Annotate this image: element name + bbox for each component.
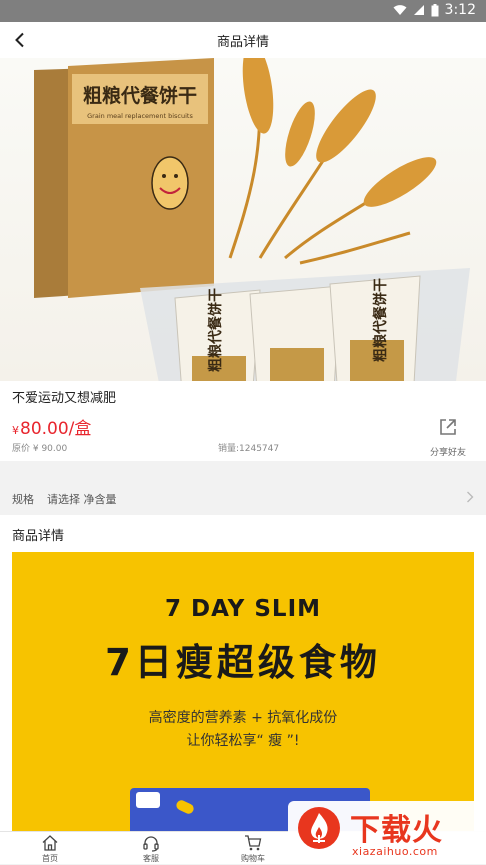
packet-text-2: 粗粮代餐饼干 xyxy=(372,278,389,362)
share-button[interactable]: 分享好友 xyxy=(428,417,468,458)
share-icon xyxy=(440,419,456,435)
detail-poster: 7 DAY SLIM 7日瘦超级食物 高密度的营养素 + 抗氧化成份 让你轻松享… xyxy=(12,552,474,831)
cart-icon xyxy=(245,835,262,851)
box-title: 粗粮代餐饼干 xyxy=(83,84,197,107)
detail-heading: 商品详情 xyxy=(12,529,65,544)
original-price: 原价 ¥ 90.00 xyxy=(12,444,68,454)
spec-label: 规格 xyxy=(12,493,34,506)
poster-line-2: 让你轻松享“ 瘦 ”! xyxy=(186,733,300,749)
wifi-icon xyxy=(393,5,407,15)
product-name: 不爱运动又想减肥 xyxy=(12,391,117,406)
home-icon xyxy=(42,835,58,851)
box-subtitle: Grain meal replacement biscuits xyxy=(87,112,193,120)
product-image[interactable]: 粗粮代餐饼干 Grain meal replacement biscuits 粗… xyxy=(0,58,486,381)
poster-line-1: 高密度的营养素 + 抗氧化成份 xyxy=(148,710,338,726)
product-info: 不爱运动又想减肥 ¥80.00/盒 原价 ¥ 90.00 销量:1245747 … xyxy=(0,381,486,461)
spec-value: 请选择 净含量 xyxy=(47,493,117,506)
tab-cart[interactable]: 购物车 xyxy=(223,832,283,865)
poster-cn-title: 7日瘦超级食物 xyxy=(105,641,381,684)
decorative-shape xyxy=(174,798,196,816)
watermark-url: xiazaihuo.com xyxy=(352,845,438,858)
product-illustration: 粗粮代餐饼干 Grain meal replacement biscuits 粗… xyxy=(34,58,470,381)
sales-count: 销量:1245747 xyxy=(218,444,280,454)
headset-icon xyxy=(143,836,159,852)
battery-icon xyxy=(431,3,439,16)
spec-selector[interactable]: 规格 请选择 净含量 xyxy=(0,481,486,515)
status-bar: 3:12 xyxy=(0,0,486,22)
tab-service[interactable]: 客服 xyxy=(121,832,181,865)
packet-text: 粗粮代餐饼干 xyxy=(207,288,224,372)
tab-label: 客服 xyxy=(143,854,159,863)
currency-symbol: ¥ xyxy=(12,424,19,437)
page-title: 商品详情 xyxy=(216,35,269,50)
watermark-brand: 下载火 xyxy=(350,813,443,848)
tab-label: 首页 xyxy=(42,854,58,863)
product-badge xyxy=(136,792,160,808)
watermark: 下载火 xiazaihuo.com xyxy=(288,801,486,864)
flame-logo-icon xyxy=(298,807,340,849)
tab-home[interactable]: 首页 xyxy=(20,832,80,865)
price-value: 80.00/盒 xyxy=(20,419,92,439)
status-time: 3:12 xyxy=(444,2,476,18)
product-detail: 商品详情 7 DAY SLIM 7日瘦超级食物 高密度的营养素 + 抗氧化成份 … xyxy=(0,515,486,831)
product-price: ¥80.00/盒 xyxy=(12,414,91,439)
poster-en-title: 7 DAY SLIM xyxy=(164,596,322,622)
signal-icon xyxy=(413,5,424,15)
nav-bar: 商品详情 xyxy=(0,22,486,58)
share-label: 分享好友 xyxy=(429,448,466,458)
tab-label: 购物车 xyxy=(241,854,265,863)
chevron-right-icon xyxy=(467,491,474,503)
